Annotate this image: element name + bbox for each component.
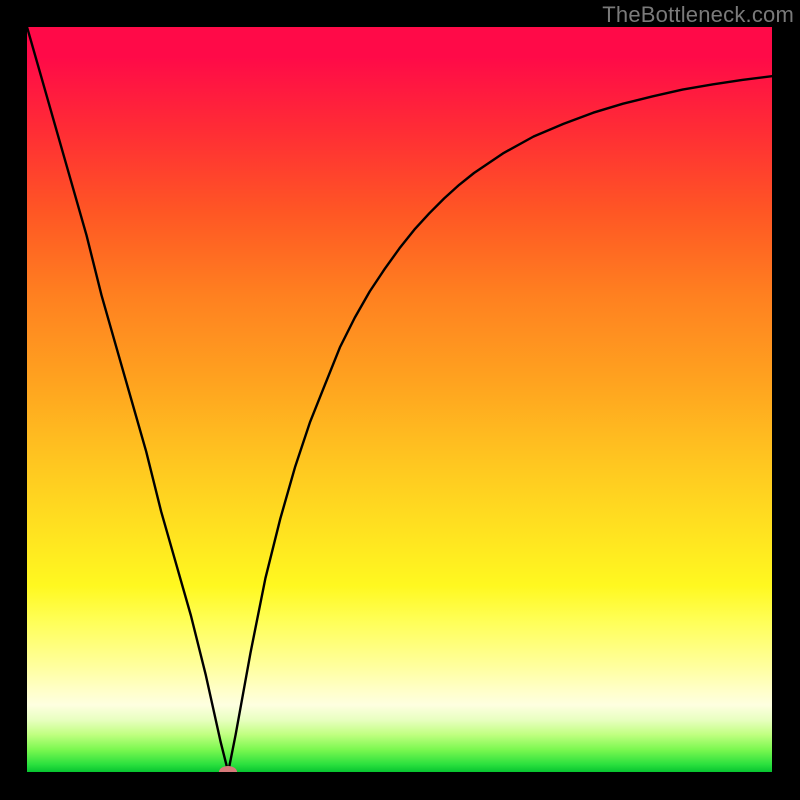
chart-stage: TheBottleneck.com [0,0,800,800]
watermark-text: TheBottleneck.com [602,2,794,28]
bottleneck-curve [27,27,772,772]
plot-area [27,27,772,772]
optimum-marker [219,766,237,772]
